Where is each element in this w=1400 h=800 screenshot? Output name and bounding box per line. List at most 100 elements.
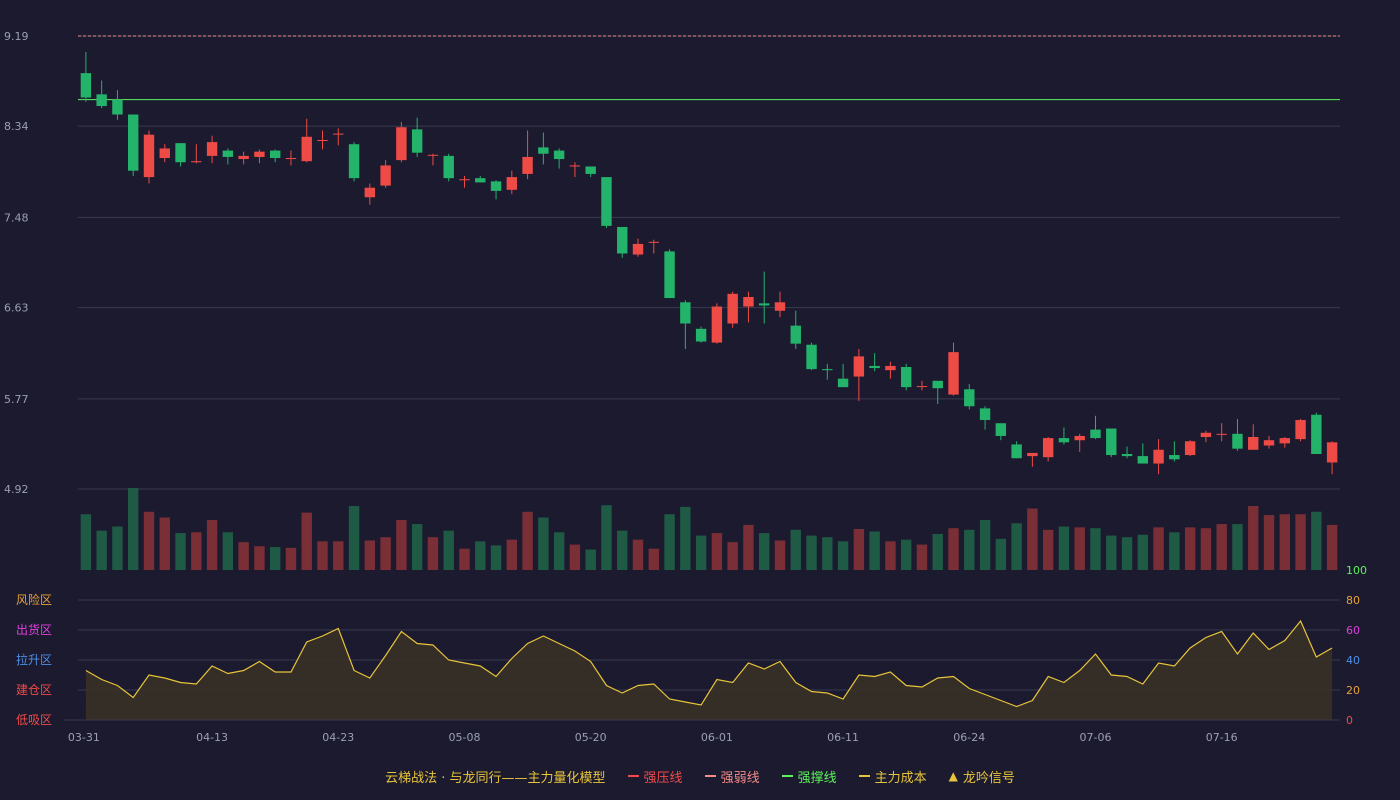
volume-bar [238,542,249,570]
legend-item-support-line[interactable]: 强撑线 [781,767,837,786]
price-tick-label: 7.48 [4,211,29,224]
legend-item-main-cost[interactable]: 主力成本 [858,767,927,786]
legend-item-dragon-signal[interactable]: ▲ 龙吟信号 [949,767,1015,786]
volume-bar [222,532,234,570]
candle-body [853,356,865,377]
candle-body [1216,433,1227,435]
x-tick-label: 04-13 [196,731,228,744]
candle-body [1011,444,1022,459]
candle-body [364,187,376,198]
zone-label: 出货区 [16,622,52,637]
candle-body [1200,432,1212,438]
candle-body [348,144,360,179]
candle-body [774,302,786,311]
volume-bar [695,535,707,570]
volume-bar [932,533,943,570]
candle-body [1106,428,1117,456]
volume-bar [743,524,754,570]
candle-body [317,139,328,142]
candle-body [475,178,486,183]
candle-body [1326,442,1338,463]
support-line-swatch [781,775,793,777]
candle-body [490,181,502,191]
volume-bar [979,519,991,570]
candle-body [238,155,249,160]
volume-bar [1279,514,1290,570]
candle-body [1027,452,1038,457]
indicator-tick-label: 0 [1346,714,1353,727]
volume-bar [774,540,786,570]
candle-body [916,386,928,388]
volume-bar [333,541,344,570]
candle-body [569,165,581,167]
candle-body [648,241,659,243]
legend-item-label: 强撑线 [797,770,837,786]
x-tick-label: 07-06 [1080,731,1112,744]
volume-bar [443,530,454,570]
volume-bar [1058,526,1070,570]
volume-bar [1042,529,1054,570]
candle-body [743,296,754,307]
pressure-line-swatch [627,775,639,777]
candle-body [1184,441,1196,456]
indicator-tick-label: 20 [1346,684,1360,697]
volume-bar [143,511,155,570]
candle-body [664,251,675,299]
candle-body [80,73,92,98]
volume-bar [364,540,376,570]
candle-body [191,161,202,163]
candle-body [206,142,218,156]
volume-bar [348,506,360,570]
candle-body [301,136,312,162]
volume-bar [632,539,644,570]
candle-body [1121,453,1133,457]
x-tick-label: 06-11 [827,731,859,744]
volume-bar [1232,524,1243,570]
volume-bar [128,488,139,570]
volume-bar [1169,532,1180,570]
candle-body [396,127,407,161]
volume-bar [1106,535,1117,570]
legend-item-label: 主力成本 [874,770,927,786]
volume-bar [900,539,912,570]
indicator-tick-label: 100 [1346,564,1367,577]
indicator-tick-label: 80 [1346,594,1360,607]
candle-body [900,366,912,388]
price-tick-label: 4.92 [4,483,29,496]
legend-item-pressure-line[interactable]: 强压线 [627,767,683,786]
x-tick-label: 04-23 [322,731,354,744]
volume-bar [964,529,975,570]
x-tick-label: 03-31 [68,731,100,744]
volume-bar [380,537,391,570]
x-tick-label: 06-01 [701,731,733,744]
volume-bar [301,512,312,570]
volume-bar [1011,523,1022,570]
candle-body [1137,456,1149,464]
candle-body [979,408,991,421]
zone-label: 建仓区 [16,683,52,697]
volume-bar [806,535,817,570]
candle-body [680,302,691,324]
candle-body [1263,440,1275,446]
candle-body [128,114,139,171]
volume-bar [1326,524,1338,570]
volume-bar [206,519,218,570]
candle-body [380,165,391,186]
triangle-icon: ▲ [948,769,958,783]
candle-body [1311,414,1322,454]
indicator-tick-label: 40 [1346,654,1360,667]
candle-body [254,151,265,157]
volume-bar [427,537,439,570]
volume-bar [1090,528,1101,570]
legend-item-strength-line[interactable]: 强弱线 [704,767,760,786]
candle-body [538,147,549,154]
volume-bar [1074,527,1085,570]
volume-bar [269,547,281,570]
volume-bar [490,545,502,570]
volume-bar [475,541,486,570]
legend-item-label: 龙吟信号 [962,770,1015,786]
volume-bar [285,547,297,570]
candle-body [869,365,880,369]
volume-bar [853,529,865,570]
zone-label: 拉升区 [16,652,52,667]
